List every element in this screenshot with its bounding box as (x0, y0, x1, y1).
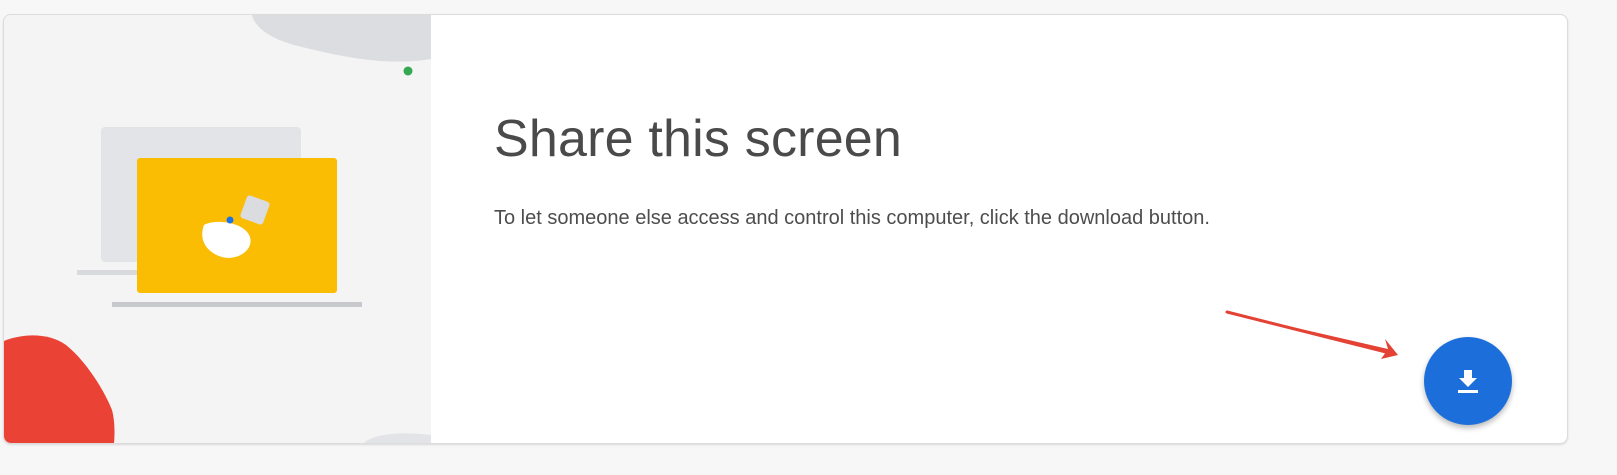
page-title: Share this screen (494, 110, 903, 168)
download-icon (1458, 370, 1478, 393)
laptop-illustration (4, 15, 431, 443)
share-illustration-panel (4, 15, 431, 443)
download-button[interactable] (1424, 337, 1512, 425)
share-screen-card: Share this screen To let someone else ac… (3, 14, 1568, 444)
share-content: Share this screen To let someone else ac… (494, 15, 1567, 443)
share-description: To let someone else access and control t… (494, 207, 1210, 229)
